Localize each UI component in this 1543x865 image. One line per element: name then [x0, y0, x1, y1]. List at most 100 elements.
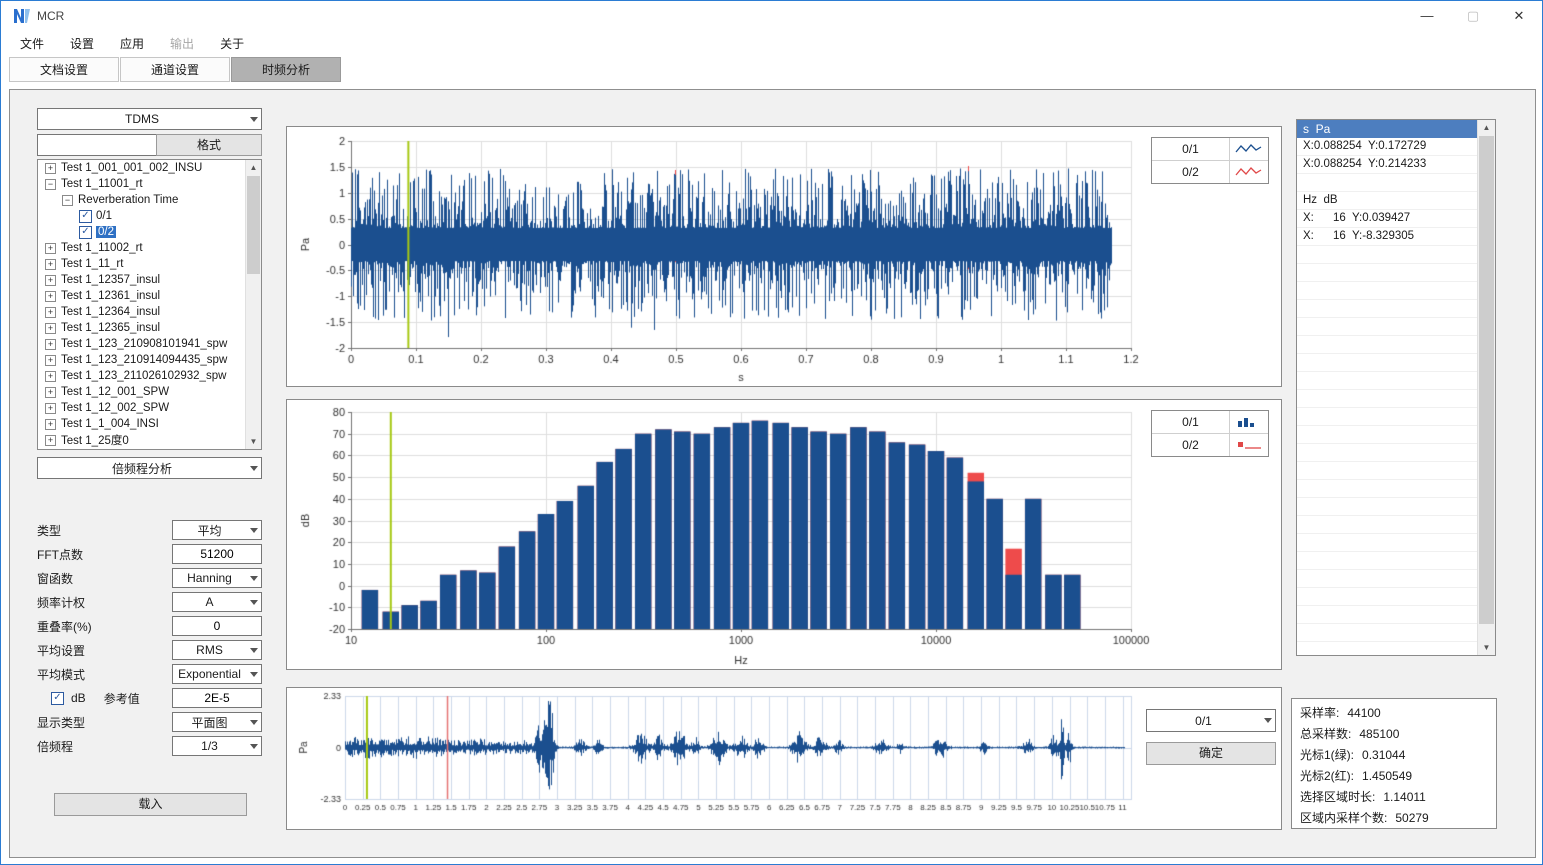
readout-row[interactable]: X: 16 Y:-8.329305 — [1297, 228, 1478, 246]
scroll-up-icon[interactable]: ▲ — [246, 160, 261, 175]
tree-item-label[interactable]: Test 1_12364_insul — [61, 306, 160, 318]
expand-icon[interactable]: + — [45, 259, 56, 270]
collapse-icon[interactable]: − — [45, 179, 56, 190]
analysis-mode-select[interactable]: 倍频程分析 — [37, 457, 262, 479]
minimize-icon[interactable]: — — [1404, 1, 1450, 31]
db-reference-input[interactable] — [172, 688, 262, 708]
close-icon[interactable]: ✕ — [1496, 1, 1542, 31]
readout-row[interactable] — [1297, 498, 1478, 516]
tree-scrollbar[interactable]: ▲ ▼ — [245, 160, 261, 449]
channel-checkbox[interactable]: ✓ — [79, 226, 92, 239]
expand-icon[interactable]: + — [45, 243, 56, 254]
average-setting-select[interactable]: RMS — [172, 640, 262, 660]
tree-item-label[interactable]: Test 1_12357_insul — [61, 274, 160, 286]
readout-row[interactable] — [1297, 444, 1478, 462]
readout-row[interactable] — [1297, 336, 1478, 354]
expand-icon[interactable]: + — [45, 307, 56, 318]
readout-row[interactable]: X:0.088254 Y:0.214233 — [1297, 156, 1478, 174]
tree-item-label[interactable]: Reverberation Time — [78, 194, 178, 206]
readout-row[interactable] — [1297, 480, 1478, 498]
confirm-button[interactable]: 确定 — [1146, 742, 1276, 765]
octave-select[interactable]: 1/3 — [172, 736, 262, 756]
readout-row[interactable] — [1297, 246, 1478, 264]
db-reference-checkbox[interactable]: ✓ — [51, 692, 64, 705]
readout-row[interactable]: Hz dB — [1297, 192, 1478, 210]
expand-icon[interactable]: + — [45, 387, 56, 398]
scroll-down-icon[interactable]: ▼ — [246, 434, 261, 449]
maximize-icon[interactable]: ▢ — [1450, 1, 1496, 31]
file-format-select[interactable]: TDMS — [37, 108, 262, 130]
tree-item-label[interactable]: Test 1_123_210908101941_spw — [61, 338, 227, 350]
tab-2[interactable]: 时频分析 — [231, 57, 341, 82]
fft-points-input[interactable] — [172, 544, 262, 564]
tree-item-label[interactable]: Test 1_11002_rt — [61, 242, 143, 254]
readout-row[interactable] — [1297, 642, 1478, 656]
readout-scrollbar-thumb[interactable] — [1479, 136, 1494, 624]
menu-item-4[interactable]: 关于 — [207, 31, 257, 57]
readout-row[interactable] — [1297, 354, 1478, 372]
menu-item-2[interactable]: 应用 — [107, 31, 157, 57]
tree-scrollbar-thumb[interactable] — [247, 176, 260, 274]
expand-icon[interactable]: + — [45, 371, 56, 382]
waveform-chart[interactable] — [287, 127, 1281, 386]
tree-item-label[interactable]: 0/2 — [96, 226, 116, 238]
readout-row[interactable] — [1297, 282, 1478, 300]
overview-chart[interactable] — [287, 688, 1281, 829]
readout-row[interactable] — [1297, 462, 1478, 480]
expand-icon[interactable]: + — [45, 163, 56, 174]
tab-1[interactable]: 通道设置 — [120, 57, 230, 82]
channel-select[interactable]: 0/1 — [1146, 709, 1276, 732]
tree-item-label[interactable]: Test 1_11_rt — [61, 258, 123, 270]
readout-row[interactable] — [1297, 552, 1478, 570]
channel-checkbox[interactable]: ✓ — [79, 210, 92, 223]
expand-icon[interactable]: + — [45, 355, 56, 366]
readout-row[interactable]: X:0.088254 Y:0.172729 — [1297, 138, 1478, 156]
readout-row[interactable] — [1297, 516, 1478, 534]
readout-scrollbar[interactable]: ▲ ▼ — [1477, 120, 1495, 655]
readout-row[interactable] — [1297, 390, 1478, 408]
expand-icon[interactable]: + — [45, 435, 56, 446]
menu-item-0[interactable]: 文件 — [7, 31, 57, 57]
frequency-weighting-select[interactable]: A — [172, 592, 262, 612]
readout-row[interactable] — [1297, 426, 1478, 444]
readout-row[interactable] — [1297, 534, 1478, 552]
tab-0[interactable]: 文档设置 — [9, 57, 119, 82]
scroll-down-icon[interactable]: ▼ — [1478, 640, 1495, 655]
readout-row[interactable] — [1297, 264, 1478, 282]
expand-icon[interactable]: + — [45, 339, 56, 350]
readout-row[interactable] — [1297, 300, 1478, 318]
format-button[interactable]: 格式 — [156, 134, 262, 156]
tree-item-label[interactable]: Test 1_123_210914094435_spw — [61, 354, 227, 366]
readout-row[interactable] — [1297, 174, 1478, 192]
readout-row[interactable] — [1297, 570, 1478, 588]
tree-item-label[interactable]: Test 1_12_001_SPW — [61, 386, 169, 398]
readout-header-row[interactable]: s Pa — [1297, 120, 1478, 138]
tree-item-label[interactable]: Test 1_12365_insul — [61, 322, 160, 334]
readout-row[interactable]: X: 16 Y:0.039427 — [1297, 210, 1478, 228]
expand-icon[interactable]: + — [45, 291, 56, 302]
expand-icon[interactable]: + — [45, 419, 56, 430]
tree-item-label[interactable]: Test 1_25度0 — [61, 432, 129, 448]
display-type-select[interactable]: 平面图 — [172, 712, 262, 732]
tree-item-label[interactable]: Test 1_001_001_002_INSU — [61, 162, 202, 174]
readout-row[interactable] — [1297, 606, 1478, 624]
readout-row[interactable] — [1297, 408, 1478, 426]
load-button[interactable]: 载入 — [54, 793, 247, 816]
tree-item-label[interactable]: Test 1_12361_insul — [61, 290, 160, 302]
collapse-icon[interactable]: − — [62, 195, 73, 206]
expand-icon[interactable]: + — [45, 275, 56, 286]
tree-item-label[interactable]: 0/1 — [96, 210, 112, 222]
spectrum-chart[interactable] — [287, 400, 1281, 669]
tree-item-label[interactable]: Test 1_11001_rt — [61, 178, 143, 190]
tree-item-label[interactable]: Test 1_12_002_SPW — [61, 402, 169, 414]
expand-icon[interactable]: + — [45, 323, 56, 334]
average-mode-select[interactable]: Exponential — [172, 664, 262, 684]
readout-row[interactable] — [1297, 372, 1478, 390]
window-function-select[interactable]: Hanning — [172, 568, 262, 588]
scroll-up-icon[interactable]: ▲ — [1478, 120, 1495, 135]
type-select[interactable]: 平均 — [172, 520, 262, 540]
overlap-percent-input[interactable] — [172, 616, 262, 636]
readout-row[interactable] — [1297, 318, 1478, 336]
menu-item-1[interactable]: 设置 — [57, 31, 107, 57]
readout-row[interactable] — [1297, 588, 1478, 606]
